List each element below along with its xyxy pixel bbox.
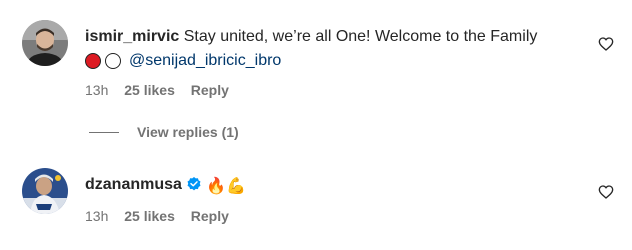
comment-likes[interactable]: 25 likes	[124, 82, 175, 98]
comment-username[interactable]: dzananmusa	[85, 176, 182, 193]
comment-line: dzananmusa 🔥💪	[85, 174, 246, 199]
flexed-biceps-emoji-icon: 💪	[226, 178, 247, 195]
comment-meta: 13h 25 likes Reply	[85, 82, 241, 98]
comment-line: ismir_mirvic Stay united, we’re all One!…	[85, 26, 537, 48]
reply-button[interactable]: Reply	[191, 82, 229, 98]
heart-icon[interactable]	[598, 36, 614, 52]
comment-time[interactable]: 13h	[85, 208, 108, 224]
verified-badge-icon	[186, 176, 202, 199]
divider-line	[89, 131, 119, 133]
view-replies-button[interactable]: View replies (1)	[89, 124, 239, 140]
avatar[interactable]	[22, 20, 68, 66]
white-circle-emoji-icon	[105, 53, 121, 69]
comment-line-2: @senijad_ibricic_ibro	[85, 50, 537, 72]
comment-meta: 13h 25 likes Reply	[85, 208, 241, 224]
reply-button[interactable]: Reply	[191, 208, 229, 224]
red-circle-emoji-icon	[85, 53, 101, 69]
avatar[interactable]	[22, 168, 68, 214]
heart-icon[interactable]	[598, 184, 614, 200]
fire-emoji-icon: 🔥	[206, 178, 227, 195]
mention-link[interactable]: @senijad_ibricic_ibro	[129, 50, 281, 72]
comment-time[interactable]: 13h	[85, 82, 108, 98]
comment-likes[interactable]: 25 likes	[124, 208, 175, 224]
comment-username[interactable]: ismir_mirvic	[85, 28, 179, 45]
view-replies-label: View replies (1)	[137, 124, 239, 140]
comment-text: Stay united, we’re all One! Welcome to t…	[183, 28, 538, 45]
